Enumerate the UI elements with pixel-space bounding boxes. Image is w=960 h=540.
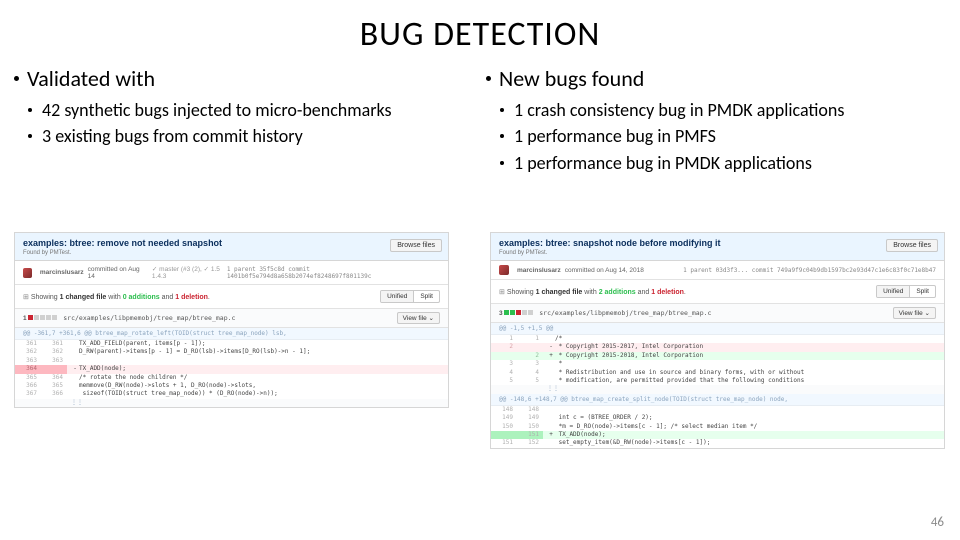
commit-date: committed on Aug 14, 2018 (565, 267, 644, 274)
diff-line: 44 * Redistribution and use in source an… (491, 369, 944, 377)
diff-line: 2+ * Copyright 2015-2018, Intel Corporat… (491, 352, 944, 360)
diff-view-toggle[interactable]: Unified Split (380, 290, 440, 303)
view-file-button[interactable]: View file ⌄ (893, 307, 936, 319)
file-header-row: 1 src/examples/libpmemobj/tree_map/btree… (15, 308, 448, 328)
diff-line: 151152 set_empty_item(&D_RW(node)->items… (491, 439, 944, 447)
diff-line: 55 * modification, are permitted provide… (491, 377, 944, 385)
diff-line: 2- * Copyright 2015-2017, Intel Corporat… (491, 343, 944, 351)
changed-files-bar: ⊞ Showing 1 changed file with 2 addition… (491, 280, 944, 303)
hunk-header: @@ -148,6 +148,7 @@ btree_map_create_spl… (491, 394, 944, 406)
additions-count: 0 additions (123, 294, 160, 301)
hunk-header: @@ -1,5 +1,5 @@ (491, 323, 944, 335)
parent-sha: 1 parent 35f5c8d commit 1401b0f5e794d8a6… (227, 266, 440, 280)
diff-view-toggle[interactable]: Unified Split (876, 285, 936, 298)
left-heading-text: Validated with (27, 65, 155, 92)
diff-table: 148148 149149 int c = (BTREE_ORDER / 2);… (491, 406, 944, 448)
diff-line: 149149 int c = (BTREE_ORDER / 2); (491, 414, 944, 422)
branch-info: ✓ master (#3 (2), ✓ 1.5 1.4.3 (152, 265, 227, 280)
commit-subtitle: Found by PMTest. (23, 250, 440, 256)
right-column: New bugs found 1 crash consistency bug i… (480, 65, 952, 177)
diff-line: 33 * (491, 360, 944, 368)
parent-sha: 1 parent 03d3f3... commit 749a9f9c04b9db… (683, 267, 936, 274)
commit-title: examples: btree: remove not needed snaps… (23, 238, 440, 248)
file-path[interactable]: src/examples/libpmemobj/tree_map/btree_m… (539, 309, 711, 317)
hunk-header: @@ -361,7 +361,6 @@ btree_map_rotate_lef… (15, 328, 448, 340)
right-item: 1 crash consistency bug in PMDK applicat… (514, 98, 946, 122)
view-file-button[interactable]: View file ⌄ (397, 312, 440, 324)
changed-files-count: 1 changed file (536, 289, 583, 296)
commit-date: committed on Aug 14 (88, 266, 142, 280)
right-list: 1 crash consistency bug in PMDK applicat… (486, 98, 946, 175)
diff-line: 363363 (15, 357, 448, 365)
left-list: 42 synthetic bugs injected to micro-benc… (14, 98, 474, 149)
slide-number: 46 (931, 515, 944, 530)
file-header-row: 3 src/examples/libpmemobj/tree_map/btree… (491, 303, 944, 323)
split-button[interactable]: Split (414, 291, 439, 302)
diff-line: 365364 /* rotate the node children */ (15, 374, 448, 382)
commit-card-right: examples: btree: snapshot node before mo… (490, 232, 945, 449)
diff-line: 361361 TX_ADD_FIELD(parent, items[p - 1]… (15, 340, 448, 348)
file-change-count: 3 (499, 310, 503, 317)
browse-files-button[interactable]: Browse files (886, 239, 938, 252)
commit-byline: marcinslusarz committed on Aug 14, 2018 … (491, 261, 944, 280)
changed-files-count: 1 changed file (60, 294, 107, 301)
changed-files-bar: ⊞ Showing 1 changed file with 0 addition… (15, 285, 448, 308)
left-heading: Validated with (14, 65, 474, 92)
diff-line: 362362 D_RW(parent)->items[p - 1] = D_RO… (15, 348, 448, 356)
diff-line: 364-TX_ADD(node); (15, 365, 448, 373)
diff-line: 150150 *m = D_RO(node)->items[c - 1]; /*… (491, 423, 944, 431)
avatar (499, 265, 509, 275)
right-item: 1 performance bug in PMFS (514, 124, 946, 148)
left-item: 3 existing bugs from commit history (42, 124, 474, 148)
commit-header: examples: btree: remove not needed snaps… (15, 233, 448, 261)
expand-row[interactable]: ⋮⋮ (491, 385, 944, 393)
commit-header: examples: btree: snapshot node before mo… (491, 233, 944, 261)
commit-subtitle: Found by PMTest. (499, 250, 936, 256)
browse-files-button[interactable]: Browse files (390, 239, 442, 252)
file-path[interactable]: src/examples/libpmemobj/tree_map/btree_m… (63, 314, 235, 322)
diff-table: 11 /*2- * Copyright 2015-2017, Intel Cor… (491, 335, 944, 385)
diff-line: 151+ TX_ADD(node); (491, 431, 944, 439)
commit-byline: marcinslusarz committed on Aug 14 ✓ mast… (15, 261, 448, 285)
deletions-count: 1 deletion (651, 289, 684, 296)
unified-button[interactable]: Unified (877, 286, 910, 297)
deletions-count: 1 deletion (175, 294, 208, 301)
diffstat-icon (504, 310, 533, 315)
diff-table: 361361 TX_ADD_FIELD(parent, items[p - 1]… (15, 340, 448, 399)
diff-line: 148148 (491, 406, 944, 414)
left-item: 42 synthetic bugs injected to micro-benc… (42, 98, 474, 122)
slide-title: BUG DETECTION (0, 0, 960, 65)
additions-count: 2 additions (599, 289, 636, 296)
right-item: 1 performance bug in PMDK applications (514, 151, 946, 175)
expand-row[interactable]: ⋮⋮ (15, 399, 448, 407)
diff-line: 366365 memmove(D_RW(node)->slots + 1, D_… (15, 382, 448, 390)
author-name[interactable]: marcinslusarz (517, 267, 561, 274)
right-heading-text: New bugs found (499, 65, 644, 92)
split-button[interactable]: Split (910, 286, 935, 297)
content-columns: Validated with 42 synthetic bugs injecte… (0, 65, 960, 177)
right-heading: New bugs found (486, 65, 946, 92)
commit-title: examples: btree: snapshot node before mo… (499, 238, 936, 248)
avatar (23, 268, 32, 278)
commit-card-left: examples: btree: remove not needed snaps… (14, 232, 449, 408)
file-change-count: 1 (23, 315, 27, 322)
author-name[interactable]: marcinslusarz (40, 269, 84, 276)
diff-line: 367366 sizeof(TOID(struct tree_map_node)… (15, 390, 448, 398)
left-column: Validated with 42 synthetic bugs injecte… (8, 65, 480, 177)
unified-button[interactable]: Unified (381, 291, 414, 302)
diff-line: 11 /* (491, 335, 944, 343)
diffstat-icon (28, 315, 57, 320)
